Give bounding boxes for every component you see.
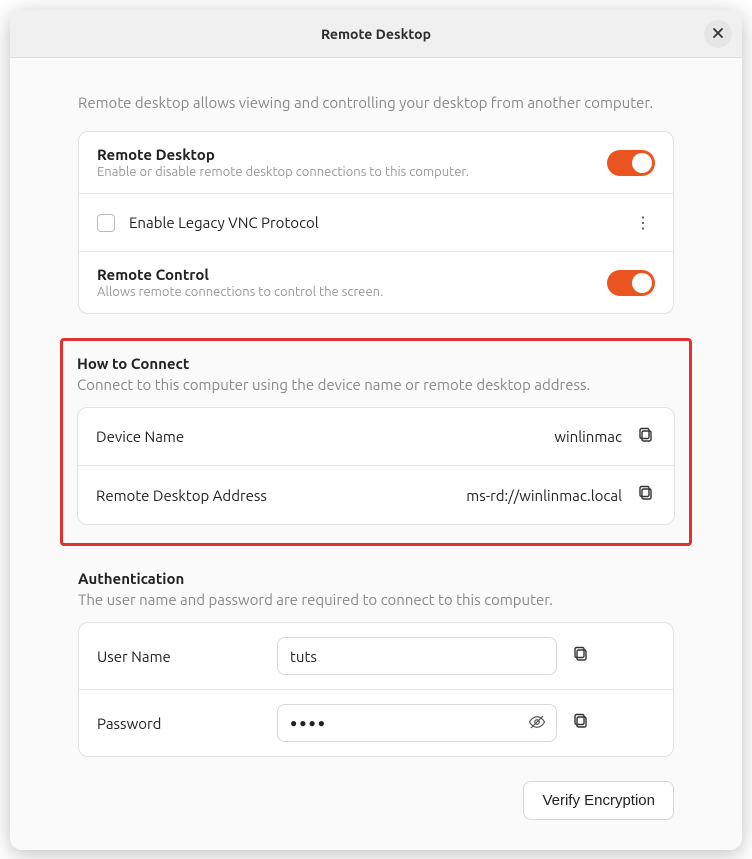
username-input[interactable]: tuts: [277, 637, 557, 675]
password-masked: ●●●●: [290, 716, 327, 730]
copy-icon: [573, 713, 589, 733]
remote-control-subtitle: Allows remote connections to control the…: [97, 285, 607, 299]
copy-password-button[interactable]: [571, 713, 591, 733]
vnc-checkbox[interactable]: [97, 214, 115, 232]
address-label: Remote Desktop Address: [96, 487, 466, 504]
password-row: Password ●●●●: [79, 690, 673, 756]
vnc-label: Enable Legacy VNC Protocol: [129, 214, 631, 231]
close-icon: [712, 25, 724, 43]
password-label: Password: [97, 715, 277, 732]
username-value: tuts: [290, 648, 317, 665]
remote-desktop-subtitle: Enable or disable remote desktop connect…: [97, 165, 607, 179]
vnc-menu-button[interactable]: ⋮: [631, 213, 655, 232]
device-name-label: Device Name: [96, 428, 554, 445]
eye-off-icon: [528, 717, 546, 734]
more-icon: ⋮: [635, 214, 651, 232]
close-button[interactable]: [704, 20, 732, 48]
copy-username-button[interactable]: [571, 646, 591, 666]
remote-desktop-title: Remote Desktop: [97, 146, 607, 163]
remote-control-toggle[interactable]: [607, 270, 655, 296]
show-password-button[interactable]: [528, 713, 546, 734]
address-value: ms-rd://winlinmac.local: [466, 487, 622, 504]
address-row: Remote Desktop Address ms-rd://winlinmac…: [78, 466, 674, 524]
connect-subtitle: Connect to this computer using the devic…: [77, 376, 675, 393]
device-name-value: winlinmac: [554, 428, 622, 445]
copy-icon: [573, 646, 589, 666]
titlebar: Remote Desktop: [10, 10, 742, 58]
how-to-connect-highlight: How to Connect Connect to this computer …: [60, 338, 692, 546]
verify-encryption-button[interactable]: Verify Encryption: [523, 781, 674, 820]
password-input[interactable]: ●●●●: [277, 704, 557, 742]
remote-desktop-text: Remote Desktop Enable or disable remote …: [97, 146, 607, 179]
settings-card: Remote Desktop Enable or disable remote …: [78, 131, 674, 314]
settings-window: Remote Desktop Remote desktop allows vie…: [10, 10, 742, 850]
auth-heading: Authentication: [78, 570, 674, 587]
remote-control-title: Remote Control: [97, 266, 607, 283]
username-row: User Name tuts: [79, 623, 673, 690]
username-label: User Name: [97, 648, 277, 665]
remote-control-text: Remote Control Allows remote connections…: [97, 266, 607, 299]
button-row: Verify Encryption: [78, 781, 674, 820]
remote-control-row: Remote Control Allows remote connections…: [79, 252, 673, 313]
intro-text: Remote desktop allows viewing and contro…: [78, 92, 674, 113]
auth-card: User Name tuts Password ●●●●: [78, 622, 674, 757]
connect-card: Device Name winlinmac Remote Desktop Add…: [77, 407, 675, 525]
copy-address-button[interactable]: [636, 485, 656, 505]
vnc-row: Enable Legacy VNC Protocol ⋮: [79, 194, 673, 252]
connect-heading: How to Connect: [77, 355, 675, 372]
window-title: Remote Desktop: [321, 26, 431, 42]
auth-subtitle: The user name and password are required …: [78, 591, 674, 608]
remote-desktop-row: Remote Desktop Enable or disable remote …: [79, 132, 673, 194]
copy-icon: [638, 427, 654, 447]
device-name-row: Device Name winlinmac: [78, 408, 674, 466]
remote-desktop-toggle[interactable]: [607, 150, 655, 176]
content-area: Remote desktop allows viewing and contro…: [10, 58, 742, 850]
copy-device-name-button[interactable]: [636, 427, 656, 447]
copy-icon: [638, 485, 654, 505]
